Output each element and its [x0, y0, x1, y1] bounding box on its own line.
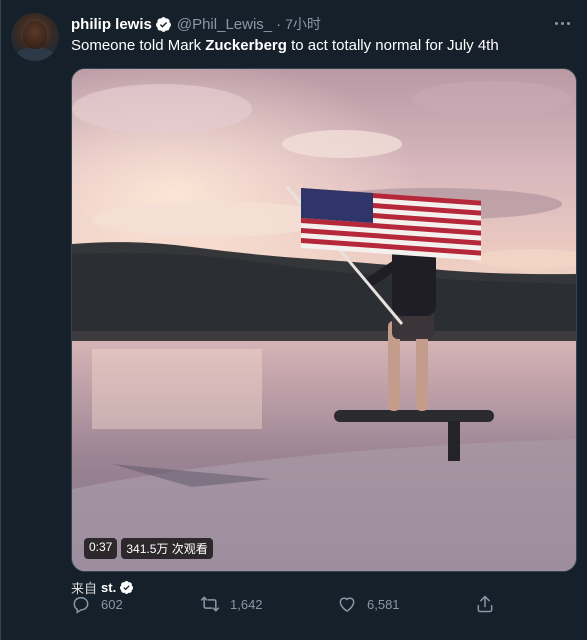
tweet-text-part2: to act totally normal for July 4th [286, 37, 499, 54]
source-app[interactable]: st. [101, 580, 116, 595]
video-player[interactable]: 0:37 341.5万 次观看 [71, 68, 577, 572]
reply-button[interactable]: 602 [71, 594, 123, 614]
reply-count: 602 [101, 596, 123, 612]
reply-icon [73, 597, 89, 614]
separator: · [276, 15, 282, 33]
retweet-button[interactable]: 1,642 [200, 594, 263, 614]
video-views: 341.5万 次观看 [121, 538, 213, 559]
verified-icon [155, 16, 171, 32]
like-icon [339, 597, 355, 612]
author-handle[interactable]: @Phil_Lewis_ [177, 16, 272, 33]
tweet-header: philip lewis @Phil_Lewis_ · 7小时 [71, 14, 321, 34]
more-icon[interactable] [551, 14, 573, 32]
tweet-text-part1: Someone told Mark [71, 37, 206, 54]
tweet-text: Someone told Mark Zuckerberg to act tota… [71, 37, 499, 54]
tweet[interactable]: philip lewis @Phil_Lewis_ · 7小时 Someone … [0, 0, 587, 640]
video-frame [72, 69, 576, 571]
video-duration: 0:37 [84, 538, 118, 559]
retweet-icon [200, 596, 220, 612]
share-button[interactable] [475, 594, 495, 614]
like-count: 6,581 [367, 596, 400, 612]
verified-icon [120, 581, 134, 594]
retweet-count: 1,642 [230, 596, 263, 612]
avatar[interactable] [11, 13, 59, 61]
tweet-text-bold[interactable]: Zuckerberg [205, 37, 287, 54]
like-button[interactable]: 6,581 [337, 594, 400, 614]
share-icon [477, 595, 493, 613]
video-badges: 0:37 341.5万 次观看 [84, 538, 213, 559]
author-name[interactable]: philip lewis [71, 16, 152, 33]
tweet-time[interactable]: 7小时 [285, 14, 321, 34]
